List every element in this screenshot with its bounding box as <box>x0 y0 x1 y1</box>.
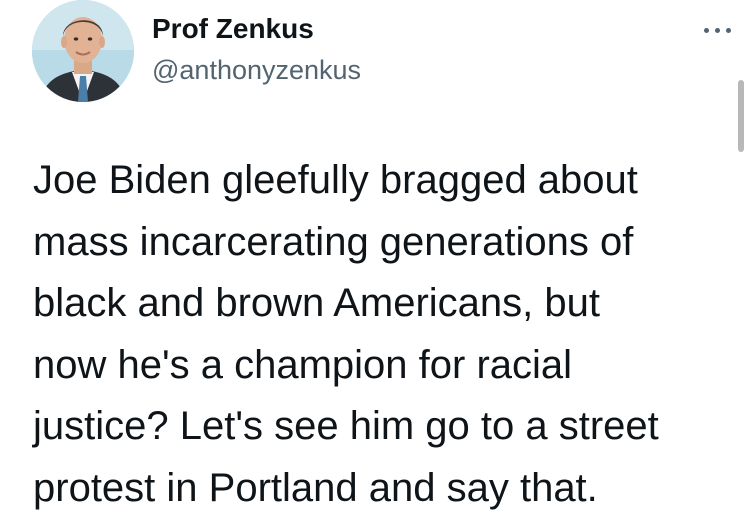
tweet-text: Joe Biden gleefully bragged about mass i… <box>33 150 723 519</box>
more-options-button[interactable] <box>692 18 742 42</box>
more-horizontal-icon <box>703 27 731 33</box>
tweet: Prof Zenkus @anthonyzenkus Joe Biden gle… <box>0 0 750 523</box>
author-names: Prof Zenkus @anthonyzenkus <box>152 12 361 88</box>
avatar[interactable] <box>32 0 134 102</box>
tweet-text-line: now he's a champion for racial <box>33 342 573 387</box>
tweet-text-line: protest in Portland and say that. <box>33 465 598 510</box>
tweet-text-line: black and brown Americans, but <box>33 281 600 325</box>
avatar-image <box>32 0 134 102</box>
author-display-name[interactable]: Prof Zenkus <box>152 12 361 46</box>
tweet-text-line: Joe Biden gleefully bragged about <box>33 158 638 202</box>
tweet-header: Prof Zenkus @anthonyzenkus <box>32 0 731 110</box>
tweet-text-line: justice? Let's see him go to a street <box>33 404 659 448</box>
author-handle[interactable]: @anthonyzenkus <box>152 52 361 88</box>
scrollbar[interactable] <box>738 80 744 152</box>
tweet-text-line: mass incarcerating generations of <box>33 219 634 264</box>
